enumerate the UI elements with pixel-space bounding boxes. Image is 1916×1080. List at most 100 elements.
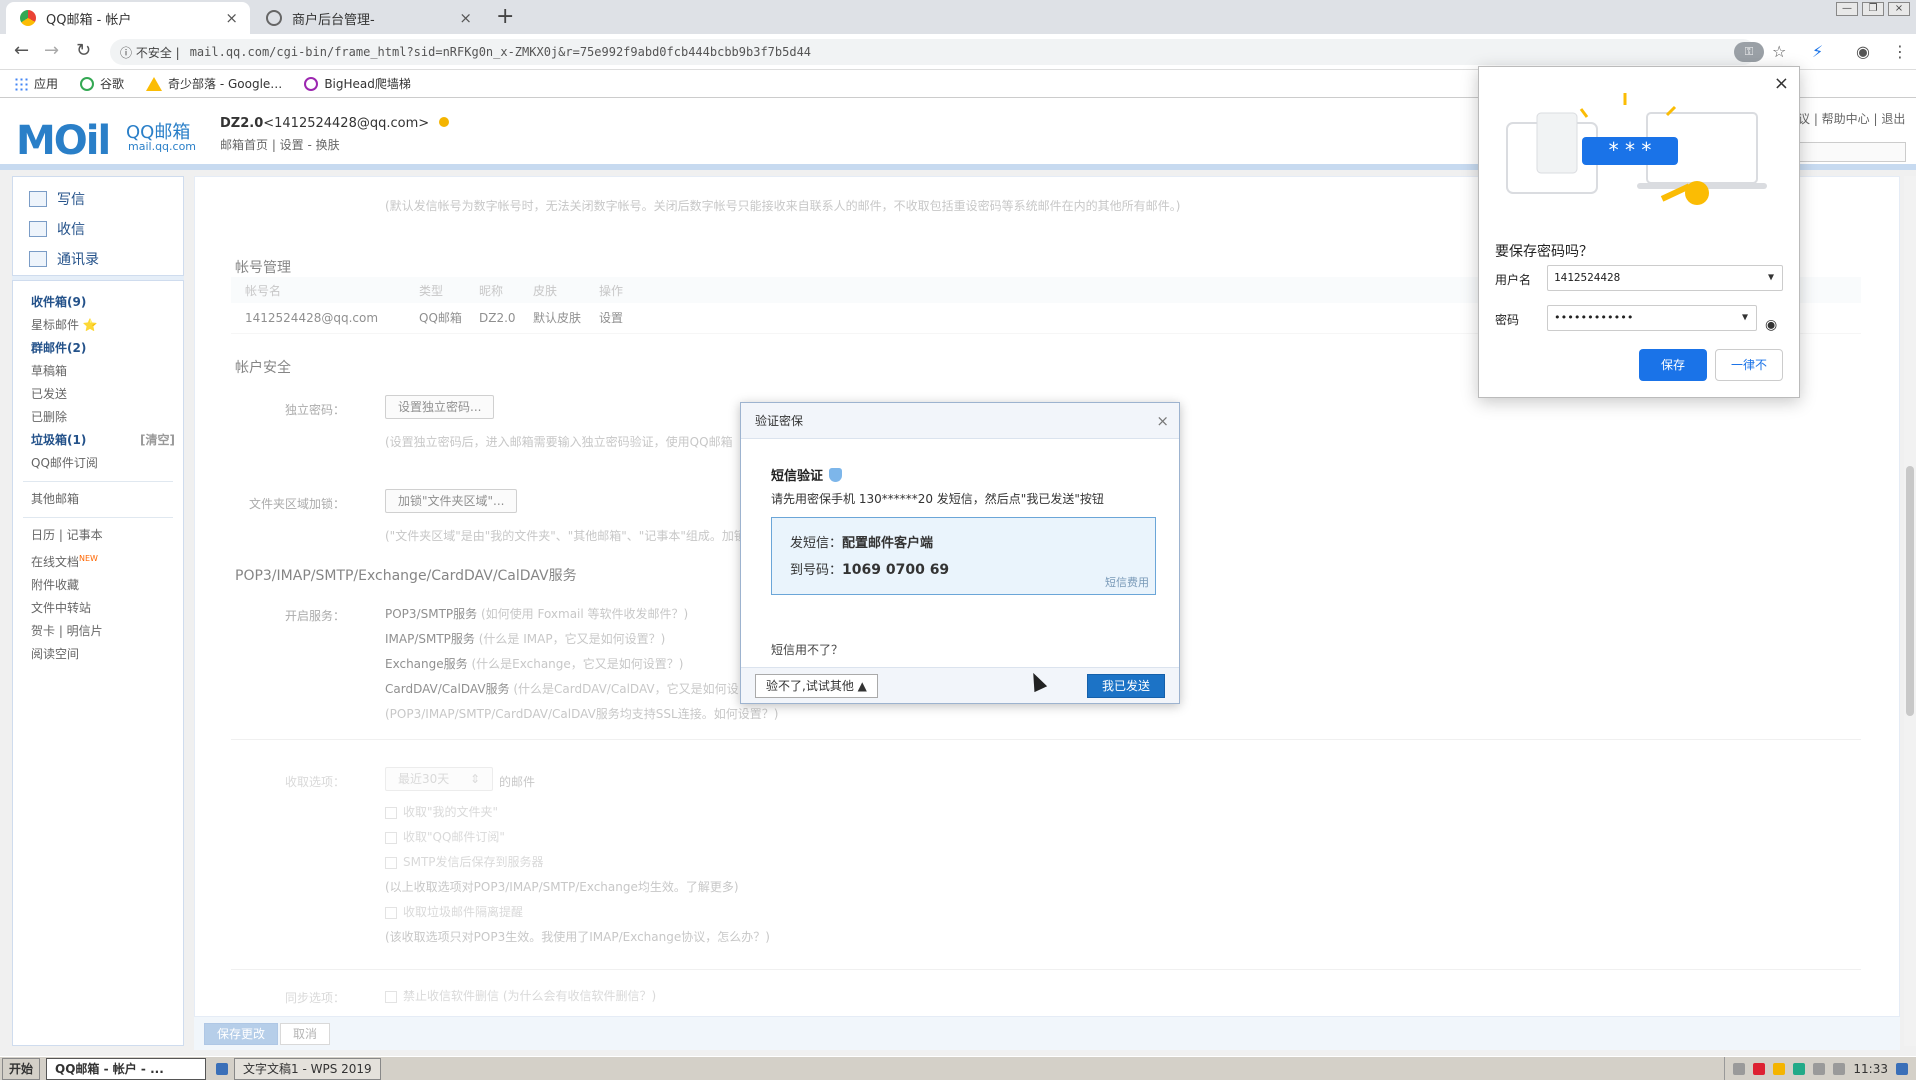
- qq-mail-logo[interactable]: MOil: [16, 118, 111, 164]
- mail-search-input[interactable]: [1796, 142, 1906, 162]
- sms-number: 1069 0700 69: [842, 562, 950, 578]
- url-field[interactable]: ⓘ 不安全 | mail.qq.com/cgi-bin/frame_html?s…: [110, 39, 1756, 65]
- folder-spam[interactable]: 垃圾箱(1) [清空]: [13, 429, 183, 452]
- tool-reading[interactable]: 阅读空间: [13, 643, 183, 666]
- save-password-popup: × * * * 要保存密码吗？ 用户名 1412524428 ▼ 密码 •••••…: [1478, 66, 1800, 398]
- back-arrow-icon[interactable]: ←: [14, 40, 29, 61]
- tool-cards[interactable]: 贺卡 | 明信片: [13, 620, 183, 643]
- password-value: ••••••••••••: [1554, 311, 1634, 324]
- bighead-icon: [304, 76, 319, 91]
- username-select[interactable]: 1412524428 ▼: [1547, 265, 1783, 291]
- wechat-icon[interactable]: [1793, 1062, 1806, 1075]
- contacts-label: 通讯录: [57, 252, 99, 268]
- minimize-button[interactable]: —: [1836, 2, 1858, 16]
- contacts-icon: [29, 251, 47, 267]
- windows-taskbar: 开始 QQ邮箱 - 帐户 - ... 文字文稿1 - WPS 2019 11:3…: [0, 1056, 1916, 1080]
- info-icon[interactable]: ⓘ 不安全 |: [120, 44, 180, 61]
- tool-attachments[interactable]: 附件收藏: [13, 574, 183, 597]
- divider: [23, 481, 173, 482]
- antivirus-icon[interactable]: [1753, 1062, 1766, 1075]
- username-label: 用户名: [1495, 273, 1532, 287]
- network-icon[interactable]: [1733, 1062, 1746, 1075]
- start-button[interactable]: 开始: [2, 1057, 41, 1080]
- bookmark-label: 谷歌: [100, 77, 125, 91]
- volume-icon[interactable]: [1813, 1062, 1826, 1075]
- bookmark-bighead[interactable]: BigHead爬墙梯: [304, 75, 411, 92]
- google-icon: [80, 76, 95, 91]
- window-controls: — ❐ ×: [1836, 2, 1910, 16]
- save-password-button[interactable]: 保存: [1639, 349, 1707, 381]
- menu-dots-icon[interactable]: ⋮: [1892, 42, 1908, 61]
- close-icon[interactable]: ×: [1156, 403, 1169, 439]
- account-info: DZ2.0<1412524428@qq.com>: [220, 116, 450, 131]
- dropdown-arrow-icon: ▼: [1741, 312, 1748, 323]
- input-method-icon[interactable]: [1833, 1062, 1846, 1075]
- sms-instruction: 请先用密保手机 130******20 发短信，然后点"我已发送"按钮: [771, 492, 1104, 506]
- folder-starred[interactable]: 星标邮件 ⭐: [13, 314, 183, 337]
- shield-icon: [829, 468, 843, 482]
- empty-spam-link[interactable]: [清空]: [140, 432, 175, 449]
- bookmark-apps[interactable]: 应用: [14, 75, 58, 92]
- cloud-icon[interactable]: [1773, 1062, 1786, 1075]
- compose-button[interactable]: 写信: [29, 189, 85, 209]
- sms-content: 配置邮件客户端: [842, 536, 934, 551]
- sms-verify-heading: 短信验证: [771, 465, 1156, 484]
- folder-subscription[interactable]: QQ邮件订阅: [13, 452, 183, 475]
- dialog-body: 短信验证 请先用密保手机 130******20 发短信，然后点"我已发送"按钮: [771, 465, 1156, 507]
- close-window-button[interactable]: ×: [1888, 2, 1910, 16]
- key-icon[interactable]: ⚿: [1734, 42, 1764, 62]
- restore-button[interactable]: ❐: [1862, 2, 1884, 16]
- clock: 11:33: [1853, 1061, 1888, 1076]
- online-docs-label: 在线文档: [31, 555, 80, 569]
- sms-fee-link[interactable]: 短信费用: [1105, 574, 1149, 590]
- sms-unavailable-link[interactable]: 短信用不了？: [771, 641, 843, 658]
- tab-merchant-admin[interactable]: 商户后台管理- ×: [252, 2, 484, 34]
- tool-online-docs[interactable]: 在线文档NEW: [13, 547, 183, 574]
- bookmark-label: 应用: [34, 77, 59, 91]
- tool-calendar-notes[interactable]: 日历 | 记事本: [13, 524, 183, 547]
- scrollbar-thumb[interactable]: [1906, 466, 1914, 716]
- show-desktop-icon[interactable]: [1896, 1062, 1908, 1075]
- chrome-favicon-icon: [20, 10, 36, 26]
- folder-group[interactable]: 群邮件(2): [13, 337, 183, 360]
- folder-drafts[interactable]: 草稿箱: [13, 360, 183, 383]
- folder-sent[interactable]: 已发送: [13, 383, 183, 406]
- forward-arrow-icon[interactable]: →: [44, 40, 59, 61]
- star-icon[interactable]: ☆: [1772, 42, 1786, 61]
- close-tab-icon[interactable]: ×: [225, 9, 238, 27]
- folder-inbox[interactable]: 收件箱(9): [13, 291, 183, 314]
- sidebar-actions: 写信 收信 通讯录: [12, 176, 184, 276]
- close-tab-icon[interactable]: ×: [459, 9, 472, 27]
- folder-spam-label: 垃圾箱(1): [31, 433, 87, 447]
- never-save-button[interactable]: 一律不: [1715, 349, 1783, 381]
- new-tab-button[interactable]: +: [496, 4, 514, 29]
- top-links[interactable]: 议 | 帮助中心 | 退出: [1798, 110, 1905, 127]
- password-select[interactable]: •••••••••••• ▼: [1547, 305, 1757, 331]
- extension-bolt-icon[interactable]: ⚡: [1812, 42, 1823, 61]
- folder-deleted[interactable]: 已删除: [13, 406, 183, 429]
- receive-button[interactable]: 收信: [29, 219, 85, 239]
- i-have-sent-button[interactable]: 我已发送: [1086, 674, 1165, 698]
- shield-icon[interactable]: [216, 1062, 229, 1075]
- receive-label: 收信: [57, 222, 85, 238]
- tab-qq-mail[interactable]: QQ邮箱 - 帐户 ×: [6, 2, 250, 34]
- tool-file-transfer[interactable]: 文件中转站: [13, 597, 183, 620]
- bookmark-google[interactable]: 谷歌: [80, 75, 124, 92]
- taskbar-chrome-window[interactable]: QQ邮箱 - 帐户 - ...: [46, 1057, 207, 1080]
- taskbar-wps-window[interactable]: 文字文稿1 - WPS 2019: [234, 1057, 381, 1080]
- dropdown-arrow-icon: ▼: [1767, 272, 1774, 283]
- account-links[interactable]: 邮箱首页 | 设置 - 换肤: [220, 136, 340, 153]
- sidebar: 写信 收信 通讯录 收件箱(9) 星标邮件 ⭐ 群邮件(2) 草稿箱 已发送 已…: [12, 176, 184, 1046]
- bookmark-qishao[interactable]: 奇少部落 - Google…: [146, 75, 282, 92]
- globe-icon: [266, 10, 282, 26]
- apps-grid-icon: [14, 76, 28, 91]
- other-mailbox[interactable]: 其他邮箱: [13, 488, 183, 511]
- reload-icon[interactable]: ↻: [76, 40, 91, 61]
- new-badge: NEW: [79, 554, 98, 563]
- try-other-method-button[interactable]: 验不了,试试其他 ▲: [755, 674, 878, 698]
- password-label: 密码: [1495, 313, 1520, 327]
- contacts-button[interactable]: 通讯录: [29, 249, 99, 269]
- show-password-eye-icon[interactable]: ◉: [1765, 317, 1777, 333]
- profile-icon[interactable]: ◉: [1856, 42, 1870, 61]
- divider: [23, 517, 173, 518]
